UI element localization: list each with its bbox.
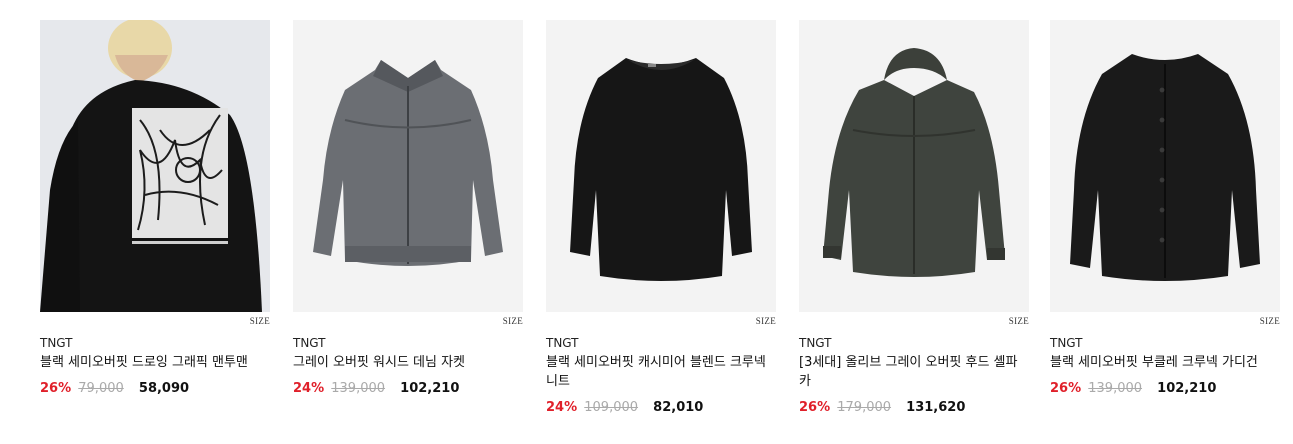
- product-name[interactable]: [3세대] 올리브 그레이 오버핏 후드 셸파카: [799, 353, 1027, 391]
- size-label[interactable]: SIZE: [250, 316, 270, 326]
- product-name[interactable]: 블랙 세미오버핏 드로잉 그래픽 맨투맨: [40, 353, 268, 372]
- price-row: 24% 139,000 102,210: [293, 381, 459, 396]
- original-price: 139,000: [1088, 381, 1143, 396]
- product-image[interactable]: [546, 20, 776, 312]
- brand-name: TNGT: [40, 336, 73, 350]
- brand-name: TNGT: [546, 336, 579, 350]
- product-image[interactable]: [293, 20, 523, 312]
- sale-price: 82,010: [653, 400, 704, 415]
- price-row: 26% 79,000 58,090: [40, 381, 189, 396]
- brand-name: TNGT: [799, 336, 832, 350]
- brand-name: TNGT: [1050, 336, 1083, 350]
- product-name[interactable]: 블랙 세미오버핏 부클레 크루넥 가디건: [1050, 353, 1278, 372]
- product-image[interactable]: [40, 20, 270, 312]
- sale-price: 102,210: [400, 381, 460, 396]
- discount-rate: 26%: [799, 400, 831, 415]
- original-price: 79,000: [78, 381, 124, 396]
- original-price: 179,000: [837, 400, 892, 415]
- product-name[interactable]: 블랙 세미오버핏 캐시미어 블렌드 크루넥 니트: [546, 353, 774, 391]
- price-row: 26% 179,000 131,620: [799, 400, 965, 415]
- brand-name: TNGT: [293, 336, 326, 350]
- size-label[interactable]: SIZE: [1009, 316, 1029, 326]
- original-price: 139,000: [331, 381, 386, 396]
- size-label[interactable]: SIZE: [503, 316, 523, 326]
- discount-rate: 24%: [293, 381, 325, 396]
- discount-rate: 26%: [1050, 381, 1082, 396]
- size-label[interactable]: SIZE: [756, 316, 776, 326]
- price-row: 26% 139,000 102,210: [1050, 381, 1216, 396]
- product-image[interactable]: [799, 20, 1029, 312]
- original-price: 109,000: [584, 400, 639, 415]
- price-row: 24% 109,000 82,010: [546, 400, 703, 415]
- sale-price: 102,210: [1157, 381, 1217, 396]
- product-image[interactable]: [1050, 20, 1280, 312]
- sale-price: 58,090: [138, 381, 190, 396]
- size-label[interactable]: SIZE: [1260, 316, 1280, 326]
- sale-price: 131,620: [906, 400, 966, 415]
- discount-rate: 26%: [40, 381, 72, 396]
- product-name[interactable]: 그레이 오버핏 워시드 데님 자켓: [293, 353, 521, 372]
- discount-rate: 24%: [546, 400, 578, 415]
